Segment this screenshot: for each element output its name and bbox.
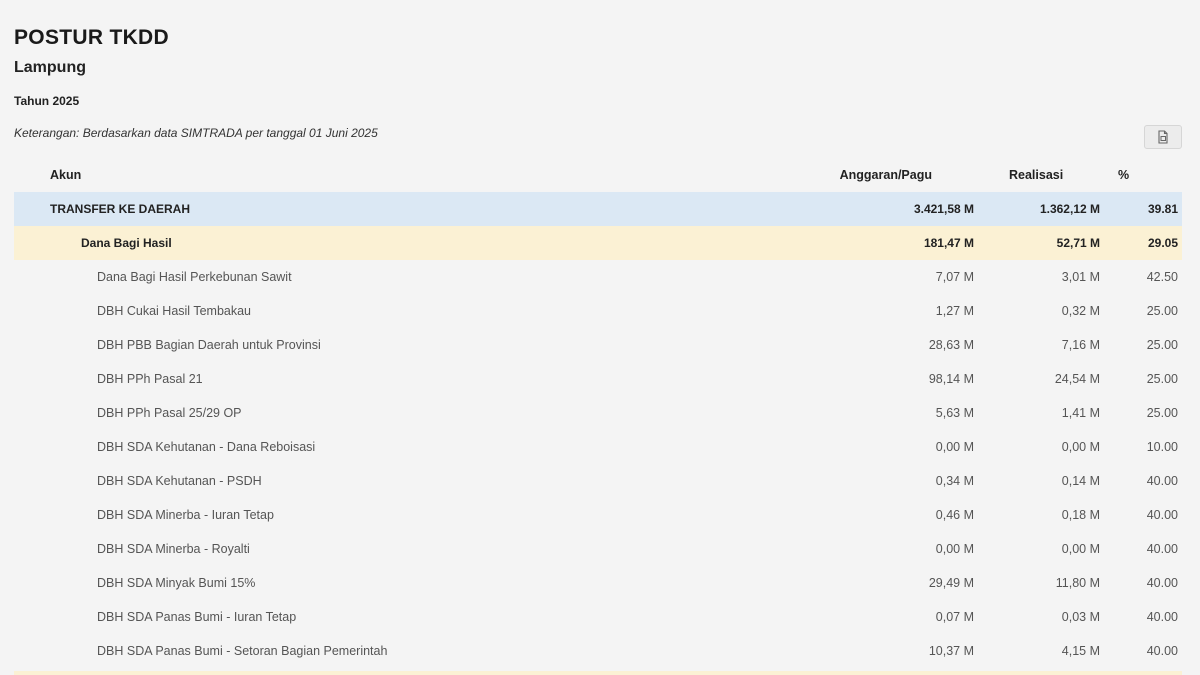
table-row: DBH PPh Pasal 25/29 OP 5,63 M 1,41 M 25.…	[14, 396, 1182, 430]
row-budget: 0,46 M	[935, 508, 974, 522]
region-name: Lampung	[14, 59, 86, 76]
row-budget: 10,37 M	[928, 644, 974, 658]
row-account: DBH PBB Bagian Daerah untuk Provinsi	[97, 338, 321, 352]
row-realization: 1.362,12 M	[1039, 202, 1100, 216]
table-row: DBH SDA Panas Bumi - Setoran Bagian Peme…	[14, 634, 1182, 668]
export-document-icon	[1158, 130, 1168, 144]
row-realization: 7,16 M	[1061, 338, 1100, 352]
table-row: Dana Bagi Hasil Perkebunan Sawit 7,07 M …	[14, 260, 1182, 294]
table-row: DBH SDA Kehutanan - Dana Reboisasi 0,00 …	[14, 430, 1182, 464]
row-account: DBH SDA Panas Bumi - Iuran Tetap	[97, 610, 297, 624]
row-percent: 42.50	[1146, 270, 1178, 284]
row-budget: 0,00 M	[935, 542, 974, 556]
table-row: DBH SDA Minerba - Royalti 0,00 M 0,00 M …	[14, 532, 1182, 566]
row-budget: 29,49 M	[928, 576, 974, 590]
row-percent: 40.00	[1146, 474, 1178, 488]
row-account: DBH SDA Minerba - Royalti	[97, 542, 250, 556]
row-account: DBH PPh Pasal 21	[97, 372, 203, 386]
row-budget: 7,07 M	[935, 270, 974, 284]
row-percent: 25.00	[1146, 338, 1178, 352]
page: POSTUR TKDD Lampung Tahun 2025 Keteranga…	[0, 0, 1200, 675]
row-budget: 3.421,58 M	[913, 202, 974, 216]
row-percent: 40.00	[1146, 610, 1178, 624]
table-row: DBH SDA Minyak Bumi 15% 29,49 M 11,80 M …	[14, 566, 1182, 600]
row-budget: 98,14 M	[928, 372, 974, 386]
row-budget: 0,34 M	[935, 474, 974, 488]
row-percent: 25.00	[1146, 304, 1178, 318]
table-row: DBH SDA Minerba - Iuran Tetap 0,46 M 0,1…	[14, 498, 1182, 532]
row-realization: 0,00 M	[1061, 440, 1100, 454]
row-budget: 28,63 M	[928, 338, 974, 352]
row-realization: 0,03 M	[1061, 610, 1100, 624]
row-account: Dana Bagi Hasil	[81, 236, 172, 250]
row-percent: 29.05	[1147, 236, 1178, 250]
export-button[interactable]	[1144, 125, 1182, 149]
row-account: DBH SDA Panas Bumi - Setoran Bagian Peme…	[97, 644, 388, 658]
row-realization: 0,14 M	[1061, 474, 1100, 488]
row-percent: 40.00	[1146, 508, 1178, 522]
row-budget: 5,63 M	[935, 406, 974, 420]
row-percent: 40.00	[1146, 542, 1178, 556]
row-realization: 24,54 M	[1054, 372, 1100, 386]
row-account: DBH SDA Kehutanan - Dana Reboisasi	[97, 440, 316, 454]
table-row-dana-bagi-hasil[interactable]: Dana Bagi Hasil 181,47 M 52,71 M 29.05	[14, 226, 1182, 260]
data-source-note: Keterangan: Berdasarkan data SIMTRADA pe…	[14, 126, 378, 140]
column-header-akun: Akun	[50, 168, 82, 182]
row-budget: 0,00 M	[935, 440, 974, 454]
row-account: DBH SDA Kehutanan - PSDH	[97, 474, 262, 488]
table-row: DBH SDA Kehutanan - PSDH 0,34 M 0,14 M 4…	[14, 464, 1182, 498]
column-header-realisasi: Realisasi	[1009, 168, 1064, 182]
row-account: Dana Bagi Hasil Perkebunan Sawit	[97, 270, 292, 284]
row-realization: 4,15 M	[1061, 644, 1100, 658]
row-percent: 25.00	[1146, 372, 1178, 386]
row-realization: 1,41 M	[1061, 406, 1100, 420]
table-header-row: Akun Anggaran/Pagu Realisasi %	[14, 158, 1182, 192]
row-realization: 3,01 M	[1061, 270, 1100, 284]
row-realization: 0,18 M	[1061, 508, 1100, 522]
fiscal-year: Tahun 2025	[14, 94, 80, 108]
page-title: POSTUR TKDD	[14, 26, 169, 49]
row-percent: 25.00	[1146, 406, 1178, 420]
row-realization: 52,71 M	[1056, 236, 1100, 250]
next-group-row-edge	[14, 671, 1182, 675]
row-percent: 10.00	[1146, 440, 1178, 454]
row-percent: 40.00	[1146, 576, 1178, 590]
table-row: DBH Cukai Hasil Tembakau 1,27 M 0,32 M 2…	[14, 294, 1182, 328]
row-percent: 39.81	[1147, 202, 1178, 216]
column-header-percent: %	[1118, 168, 1130, 182]
row-realization: 0,00 M	[1061, 542, 1100, 556]
table-row: DBH SDA Panas Bumi - Iuran Tetap 0,07 M …	[14, 600, 1182, 634]
row-account: DBH SDA Minyak Bumi 15%	[97, 576, 256, 590]
row-budget: 1,27 M	[935, 304, 974, 318]
row-account: DBH SDA Minerba - Iuran Tetap	[97, 508, 274, 522]
table-row: DBH PBB Bagian Daerah untuk Provinsi 28,…	[14, 328, 1182, 362]
table-row-transfer-ke-daerah[interactable]: TRANSFER KE DAERAH 3.421,58 M 1.362,12 M…	[14, 192, 1182, 226]
row-account: DBH PPh Pasal 25/29 OP	[97, 406, 242, 420]
row-account: DBH Cukai Hasil Tembakau	[97, 304, 251, 318]
row-budget: 181,47 M	[923, 236, 974, 250]
row-account: TRANSFER KE DAERAH	[50, 202, 191, 216]
column-header-anggaran: Anggaran/Pagu	[839, 168, 932, 182]
table-row: DBH PPh Pasal 21 98,14 M 24,54 M 25.00	[14, 362, 1182, 396]
row-realization: 0,32 M	[1061, 304, 1100, 318]
postur-table: Akun Anggaran/Pagu Realisasi % TRANSFER …	[14, 158, 1182, 668]
row-budget: 0,07 M	[935, 610, 974, 624]
row-realization: 11,80 M	[1055, 576, 1100, 590]
row-percent: 40.00	[1146, 644, 1178, 658]
